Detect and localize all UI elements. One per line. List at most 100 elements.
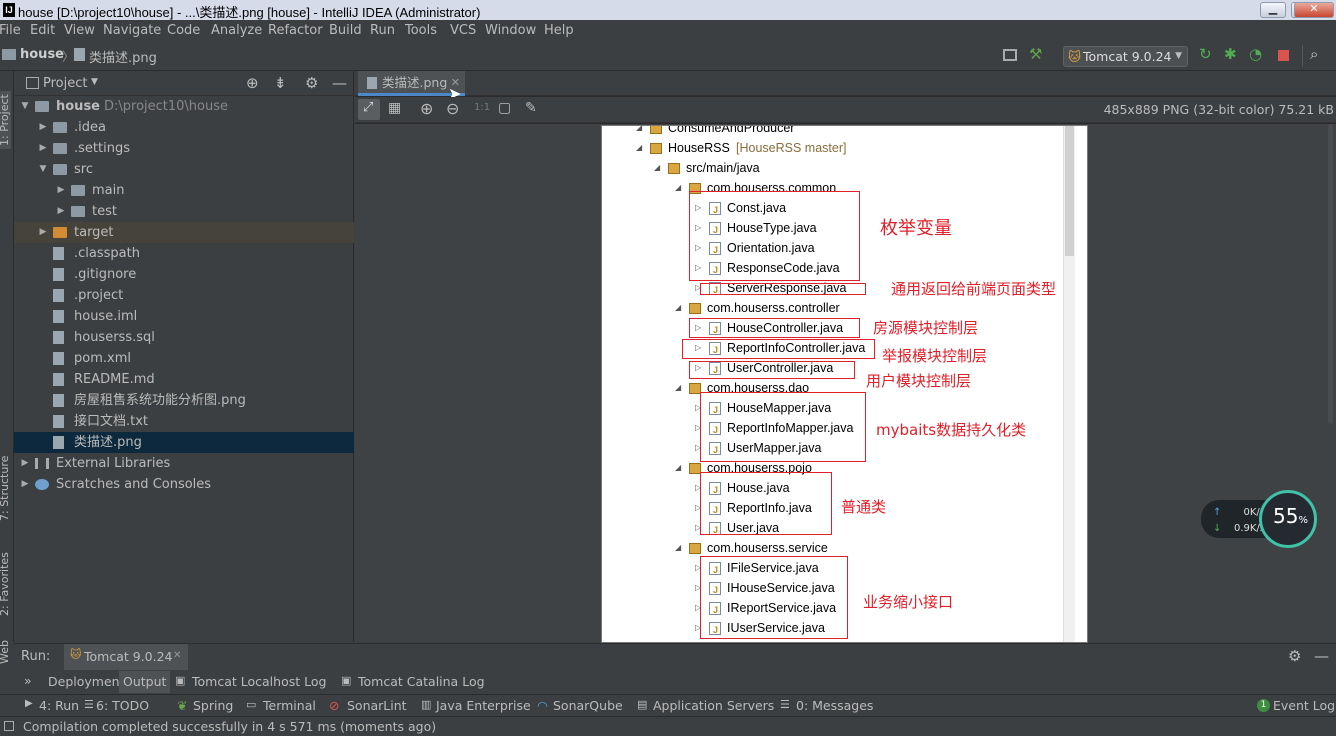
menu-view[interactable]: View xyxy=(64,23,95,38)
chevron-down-icon[interactable]: ▼ xyxy=(20,96,30,117)
menu-navigate[interactable]: Navigate xyxy=(103,23,161,38)
zoom-in-icon[interactable]: ⊕ xyxy=(420,99,433,118)
chevron-down-icon[interactable]: ▼ xyxy=(91,77,98,87)
menu-window[interactable]: Window xyxy=(485,23,536,38)
tree-item[interactable]: .project xyxy=(14,285,354,306)
zoom-out-icon[interactable]: ⊖ xyxy=(446,99,459,118)
layout-icon[interactable] xyxy=(1003,49,1017,61)
tree-item[interactable]: ▶ test xyxy=(14,201,354,222)
menu-vcs[interactable]: VCS xyxy=(450,23,476,38)
tab-deployment[interactable]: Deployment xyxy=(48,674,124,689)
close-icon[interactable]: ✕ xyxy=(173,650,181,661)
menu-refactor[interactable]: Refactor xyxy=(268,23,323,38)
tab-output[interactable]: Output xyxy=(119,671,171,693)
tool-java-enterprise[interactable]: Java Enterprise xyxy=(436,698,531,713)
menu-build[interactable]: Build xyxy=(329,23,362,38)
tool-window-toggle-icon[interactable] xyxy=(4,721,14,731)
tool-run[interactable]: 4: Run xyxy=(39,698,79,713)
menu-code[interactable]: Code xyxy=(167,23,200,38)
tool-messages[interactable]: 0: Messages xyxy=(796,698,873,713)
menu-edit[interactable]: Edit xyxy=(30,23,55,38)
stop-icon[interactable] xyxy=(1278,50,1289,61)
project-view-label[interactable]: Project xyxy=(43,76,87,91)
chevron-right-icon[interactable]: ▶ xyxy=(38,138,48,159)
tree-item[interactable]: ▶ .settings xyxy=(14,138,354,159)
run-subtabs: » Deployment Output ▣ Tomcat Localhost L… xyxy=(14,670,1336,694)
run-config-tab[interactable]: 🐱 Tomcat 9.0.24 ✕ xyxy=(64,644,188,670)
tree-item[interactable]: pom.xml xyxy=(14,348,354,369)
tree-item[interactable]: ▶ Scratches and Consoles xyxy=(14,474,354,495)
menu-run[interactable]: Run xyxy=(370,23,395,38)
breadcrumb-file[interactable]: 类描述.png xyxy=(89,47,157,66)
gear-icon[interactable]: ⚙ xyxy=(1288,647,1301,665)
tree-item[interactable]: .gitignore xyxy=(14,264,354,285)
collapse-all-icon[interactable]: ⇟ xyxy=(274,74,287,92)
project-tool-tab[interactable]: 1: Project xyxy=(0,91,11,149)
tool-app-servers[interactable]: Application Servers xyxy=(653,698,774,713)
editor-tab-bar: 类描述.png ✕ ➤ xyxy=(355,71,1336,103)
network-monitor-widget[interactable]: ↑ 0K/s ↓ 0.9K/s 55% xyxy=(1201,490,1333,548)
canvas-scrollbar[interactable] xyxy=(1326,124,1335,424)
tool-spring[interactable]: Spring xyxy=(193,698,233,713)
hide-panel-icon[interactable]: — xyxy=(332,74,347,92)
debug-bug-icon[interactable]: ✱ xyxy=(1224,45,1237,63)
close-button[interactable]: ✕ xyxy=(1294,2,1334,18)
tree-item[interactable]: ▶ target xyxy=(14,222,354,243)
gear-icon[interactable]: ⚙ xyxy=(305,74,318,92)
chevron-right-icon[interactable]: ▶ xyxy=(20,474,30,495)
grid-icon[interactable]: ▦ xyxy=(388,100,401,116)
menu-analyze[interactable]: Analyze xyxy=(211,23,262,38)
tree-item[interactable]: ▼ house D:\project10\house xyxy=(14,96,354,117)
tool-sonarqube[interactable]: SonarQube xyxy=(553,698,623,713)
search-icon[interactable]: ⌕ xyxy=(1310,45,1318,63)
menu-help[interactable]: Help xyxy=(544,23,574,38)
structure-tool-tab[interactable]: 7: Structure xyxy=(0,456,11,521)
menu-tools[interactable]: Tools xyxy=(405,23,437,38)
breadcrumb-project[interactable]: house xyxy=(20,47,64,62)
fit-zoom-button[interactable]: ⤢ xyxy=(358,99,380,120)
tab-catalina-log[interactable]: Tomcat Catalina Log xyxy=(358,674,485,689)
chevron-right-icon[interactable]: ▶ xyxy=(38,222,48,243)
tree-item[interactable]: 接口文档.txt xyxy=(14,411,354,432)
hide-panel-icon[interactable]: — xyxy=(1314,647,1329,665)
menu-file[interactable]: File xyxy=(0,23,21,38)
background-icon[interactable]: ▢ xyxy=(498,100,511,116)
tree-item[interactable]: .classpath xyxy=(14,243,354,264)
tree-item[interactable]: ▶ External Libraries xyxy=(14,453,354,474)
web-tool-tab[interactable]: Web xyxy=(0,640,11,664)
project-view-icon xyxy=(26,77,39,89)
tab-localhost-log[interactable]: Tomcat Localhost Log xyxy=(192,674,326,689)
tree-item[interactable]: README.md xyxy=(14,369,354,390)
expand-icon[interactable]: » xyxy=(24,673,32,688)
chevron-right-icon[interactable]: ▶ xyxy=(38,117,48,138)
tree-item[interactable]: ▶ main xyxy=(14,180,354,201)
tool-sonarlint[interactable]: SonarLint xyxy=(347,698,407,713)
canvas-scroll-thumb[interactable] xyxy=(1328,124,1333,424)
folder-icon xyxy=(53,164,67,175)
image-tree-label: src/main/java xyxy=(686,161,760,175)
tool-terminal[interactable]: Terminal xyxy=(263,698,316,713)
tree-item[interactable]: 类描述.png xyxy=(14,432,354,453)
tool-window-bar: ▶ 4: Run ☰ 6: TODO ❦ Spring ▭ Terminal ⊘… xyxy=(0,694,1336,716)
rerun-icon[interactable]: ↻ xyxy=(1199,45,1212,63)
chevron-down-icon[interactable]: ▼ xyxy=(38,159,48,180)
package-icon xyxy=(668,163,680,174)
favorites-tool-tab[interactable]: 2: Favorites xyxy=(0,552,11,616)
chevron-right-icon[interactable]: ▶ xyxy=(56,201,66,222)
locate-target-icon[interactable]: ⊕ xyxy=(246,74,259,92)
build-hammer-icon[interactable]: ⚒ xyxy=(1029,45,1042,63)
coverage-icon[interactable]: ◔ xyxy=(1249,45,1262,63)
tree-item[interactable]: ▼ src xyxy=(14,159,354,180)
actual-size-label[interactable]: 1:1 xyxy=(474,102,490,113)
tree-item[interactable]: house.iml xyxy=(14,306,354,327)
tool-todo[interactable]: 6: TODO xyxy=(96,698,149,713)
event-log[interactable]: Event Log xyxy=(1273,698,1335,713)
tree-item[interactable]: 房屋租售系统功能分析图.png xyxy=(14,390,354,411)
minimize-button[interactable]: ▁ xyxy=(1260,2,1286,18)
chevron-right-icon[interactable]: ▶ xyxy=(56,180,66,201)
tree-item[interactable]: ▶ .idea xyxy=(14,117,354,138)
chevron-right-icon[interactable]: ▶ xyxy=(20,453,30,474)
tree-item[interactable]: houserss.sql xyxy=(14,327,354,348)
run-config-selector[interactable]: 🐱 Tomcat 9.0.24 ▼ xyxy=(1063,46,1188,67)
color-picker-icon[interactable]: ✎ xyxy=(525,100,537,116)
